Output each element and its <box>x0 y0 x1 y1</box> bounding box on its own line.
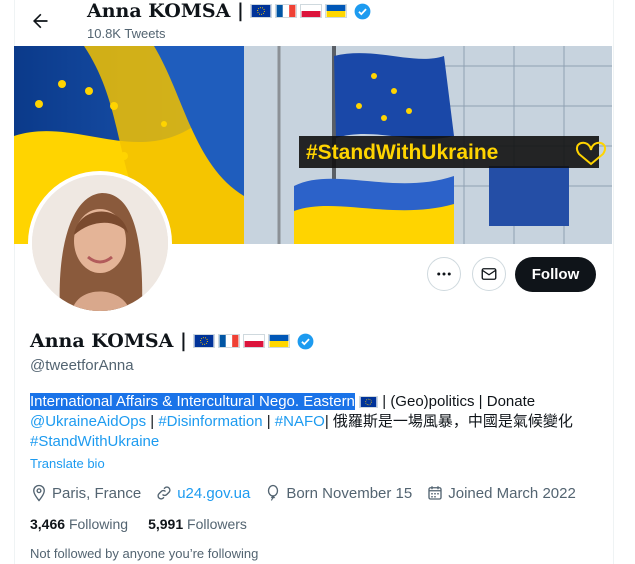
bio-separator: | <box>146 413 159 430</box>
followers-link[interactable]: 5,991 Followers <box>148 516 247 532</box>
verified-icon <box>297 333 314 349</box>
header-flags <box>249 4 347 18</box>
bio-separator: | <box>262 413 275 430</box>
bio-link-nafo[interactable]: #NAFO <box>275 413 325 430</box>
profile-meta: Paris, France u24.gov.ua Born November 1… <box>30 484 576 502</box>
follow-stats: 3,466 Following 5,991 Followers <box>30 516 247 532</box>
join-date: Joined March 2022 <box>426 484 576 502</box>
tweet-count: 10.8K Tweets <box>87 26 166 41</box>
france-flag-icon <box>274 4 297 18</box>
poland-flag-icon <box>299 4 322 18</box>
france-flag-icon <box>217 334 240 348</box>
bio-text: | (Geo)politics | Donate <box>382 393 536 410</box>
location: Paris, France <box>30 484 141 502</box>
bio-link-standwithukraine[interactable]: #StandWithUkraine <box>30 433 159 450</box>
link-icon <box>157 486 171 500</box>
profile-name: Anna KOMSA | <box>30 330 315 352</box>
avatar-photo <box>32 175 168 311</box>
avatar[interactable] <box>28 171 172 315</box>
bio-link-disinformation[interactable]: #Disinformation <box>158 413 262 430</box>
translate-bio-link[interactable]: Translate bio <box>30 456 105 471</box>
not-followed-note: Not followed by anyone you’re following <box>30 546 259 561</box>
poland-flag-icon <box>242 334 265 348</box>
profile-flags <box>192 334 290 348</box>
ukraine-flag-icon <box>267 334 290 348</box>
profile-handle: @tweetforAnna <box>30 357 134 374</box>
profile-bio: International Affairs & Intercultural Ne… <box>30 392 600 452</box>
back-arrow-icon <box>33 13 48 29</box>
bio-highlighted-text: International Affairs & Intercultural Ne… <box>30 393 355 410</box>
website[interactable]: u24.gov.ua <box>155 484 250 502</box>
eu-flag-icon <box>359 396 379 409</box>
message-button[interactable] <box>472 257 506 291</box>
message-icon <box>481 268 497 280</box>
location-icon <box>33 484 45 502</box>
banner-hashtag: #StandWithUkraine <box>306 141 498 164</box>
birthday: Born November 15 <box>264 484 412 502</box>
more-icon <box>437 272 451 276</box>
header-name: Anna KOMSA | <box>87 0 372 22</box>
back-button[interactable] <box>26 7 54 35</box>
verified-icon <box>354 3 371 19</box>
eu-flag-icon <box>192 334 215 348</box>
eu-flag-icon <box>249 4 272 18</box>
more-button[interactable] <box>427 257 461 291</box>
following-link[interactable]: 3,466 Following <box>30 516 128 532</box>
balloon-icon <box>268 484 279 501</box>
bio-text-chinese: | 俄羅斯是一場風暴，中國是氣候變化 <box>324 413 573 430</box>
follow-button[interactable]: Follow <box>515 257 596 292</box>
ukraine-flag-icon <box>324 4 347 18</box>
bio-link-ukraineaidops[interactable]: @UkraineAidOps <box>30 413 146 430</box>
calendar-icon <box>428 486 442 500</box>
